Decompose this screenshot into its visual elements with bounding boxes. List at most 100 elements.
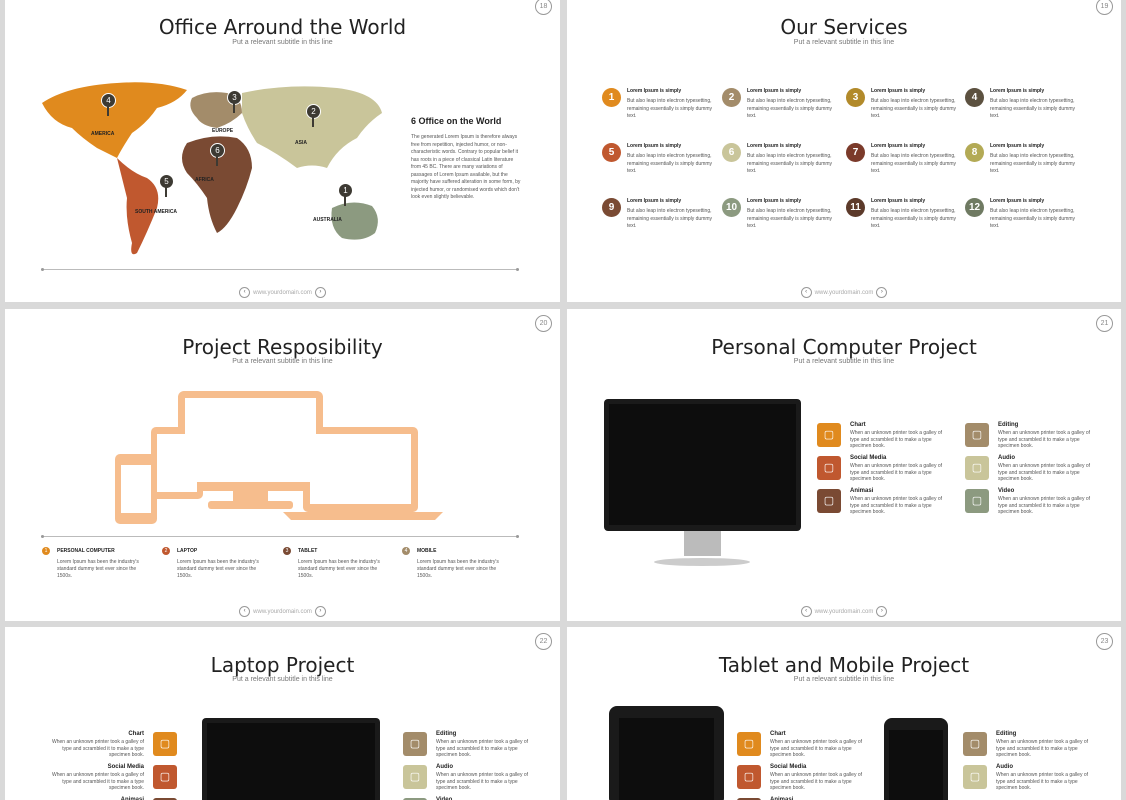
page-number: 22 [535,633,552,650]
slide-footer: ‹ www.yourdomain.com › [567,287,1121,298]
prev-arrow-icon[interactable]: ‹ [239,606,251,617]
service-text: But also leap into electron typesetting,… [871,98,957,119]
feature-text: When an unknown printer took a galley of… [998,496,1090,515]
slide-21-thumbnail[interactable]: 21 Personal Computer Project Put a relev… [567,309,1121,621]
chart-icon[interactable]: ▢ [153,732,177,756]
devices-illustration [115,391,443,524]
editing-icon[interactable]: ▢ [965,423,989,447]
service-number: 1 [602,88,621,107]
feature-item: ▢ Video When an unknown printer took a gal… [965,488,1095,519]
feature-item: ▢ Editing When an unknown printer took a g… [965,422,1095,453]
service-heading: Lorem Ipsum is simply [990,198,1045,204]
feature-text: When an unknown printer took a galley of… [436,772,528,791]
service-text: But also leap into electron typesetting,… [747,153,833,174]
feature-text: When an unknown printer took a galley of… [850,496,942,515]
feature-text: When an unknown printer took a galley of… [998,430,1090,449]
feature-text: When an unknown printer took a galley of… [850,463,942,482]
feature-text: When an unknown printer took a galley of… [998,463,1090,482]
item-text: Lorem Ipsum has been the industry's stan… [177,559,259,579]
region-label: ASIA [295,140,307,146]
service-heading: Lorem Ipsum is simply [990,88,1045,94]
divider-line [41,268,519,271]
prev-arrow-icon[interactable]: ‹ [800,287,812,298]
slide-subtitle: Put a relevant subtitle in this line [232,676,333,683]
service-text: But also leap into electron typesetting,… [871,153,957,174]
service-number: 9 [602,198,621,217]
service-text: But also leap into electron typesetting,… [627,98,713,119]
audio-icon[interactable]: ▢ [965,456,989,480]
service-text: But also leap into electron typesetting,… [747,98,833,119]
social-media-icon[interactable]: ▢ [153,765,177,789]
slide-footer: ‹ www.yourdomain.com › [5,287,560,298]
item-heading: TABLET [298,548,318,554]
service-text: But also leap into electron typesetting,… [627,208,713,229]
footer-domain: www.yourdomain.com [253,609,312,616]
item-text: Lorem Ipsum has been the industry's stan… [57,559,139,579]
page-number: 18 [535,0,552,15]
slide-subtitle: Put a relevant subtitle in this line [232,358,333,365]
region-label: SOUTH AMERICA [135,209,178,215]
feature-item: ▢ Animasi When an unknown printer took a g… [817,488,947,519]
feature-heading: Social Media [107,764,144,770]
service-heading: Lorem Ipsum is simply [871,143,926,149]
map-pin: 1 [338,183,353,206]
map-pin: 2 [306,104,321,127]
chart-icon[interactable]: ▢ [817,423,841,447]
side-heading: 6 Office on the World [411,116,502,126]
feature-item: ▢ Chart When an unknown printer took a gal… [817,422,947,453]
feature-heading: Chart [850,422,866,428]
prev-arrow-icon[interactable]: ‹ [239,287,251,298]
feature-item: ▢ Chart When an unknown printer took a gal… [47,731,177,762]
next-arrow-icon[interactable]: › [314,287,326,298]
voicemail-icon[interactable]: ▢ [817,489,841,513]
item-heading: MOBILE [417,548,437,554]
item-heading: LAPTOP [177,548,198,554]
feature-heading: Video [998,488,1015,494]
world-map [42,82,382,255]
feature-text: When an unknown printer took a galley of… [436,739,528,758]
map-pin: 4 [101,93,116,116]
service-number: 4 [965,88,984,107]
slide-19-thumbnail[interactable]: 19 Our Services Put a relevant subtitle … [567,0,1121,302]
service-heading: Lorem Ipsum is simply [627,143,682,149]
prev-arrow-icon[interactable]: ‹ [800,606,812,617]
feature-heading: Animasi [850,488,874,494]
feature-heading: Audio [436,764,453,770]
social-media-icon[interactable]: ▢ [817,456,841,480]
audio-icon[interactable]: ▢ [403,765,427,789]
service-heading: Lorem Ipsum is simply [871,198,926,204]
footer-domain: www.yourdomain.com [814,290,874,297]
slide-23-thumbnail[interactable]: 23 Tablet and Mobile Project Put a relev… [567,627,1121,800]
social-media-icon[interactable]: ▢ [737,765,761,789]
region-label: AFRICA [195,177,214,183]
slide-title: Personal Computer Project [711,335,977,359]
video-icon[interactable]: ▢ [965,489,989,513]
monitor-illustration [604,399,801,566]
region-label: AUSTRALIA [313,217,342,223]
region-label: EUROPE [212,128,234,134]
feature-item: ▢ Social Media When an unknown printer too… [817,455,947,486]
slide-title: Tablet and Mobile Project [718,653,970,677]
service-text: But also leap into electron typesetting,… [990,153,1076,174]
next-arrow-icon[interactable]: › [876,606,888,617]
service-heading: Lorem Ipsum is simply [627,198,682,204]
editing-icon[interactable]: ▢ [963,732,987,756]
item-number: 4 [402,547,410,555]
page-number: 23 [1096,633,1113,650]
slide-20-thumbnail[interactable]: 20 Project Resposibility Put a relevant … [5,309,560,621]
next-arrow-icon[interactable]: › [314,606,326,617]
slide-title: Laptop Project [210,653,355,677]
feature-text: When an unknown printer took a galley of… [850,430,942,449]
service-text: But also leap into electron typesetting,… [747,208,833,229]
service-heading: Lorem Ipsum is simply [747,143,802,149]
editing-icon[interactable]: ▢ [403,732,427,756]
audio-icon[interactable]: ▢ [963,765,987,789]
side-text: The generated Lorem Ipsum is therefore a… [411,134,521,200]
chart-icon[interactable]: ▢ [737,732,761,756]
feature-item: ▢ Social Media When an unknown printer too… [737,764,867,795]
slide-22-thumbnail[interactable]: 22 Laptop Project Put a relevant subtitl… [5,627,560,800]
feature-heading: Audio [998,455,1015,461]
next-arrow-icon[interactable]: › [876,287,888,298]
slide-18-thumbnail[interactable]: 18 Office Arround the World Put a releva… [5,0,560,302]
feature-heading: Audio [996,764,1013,770]
